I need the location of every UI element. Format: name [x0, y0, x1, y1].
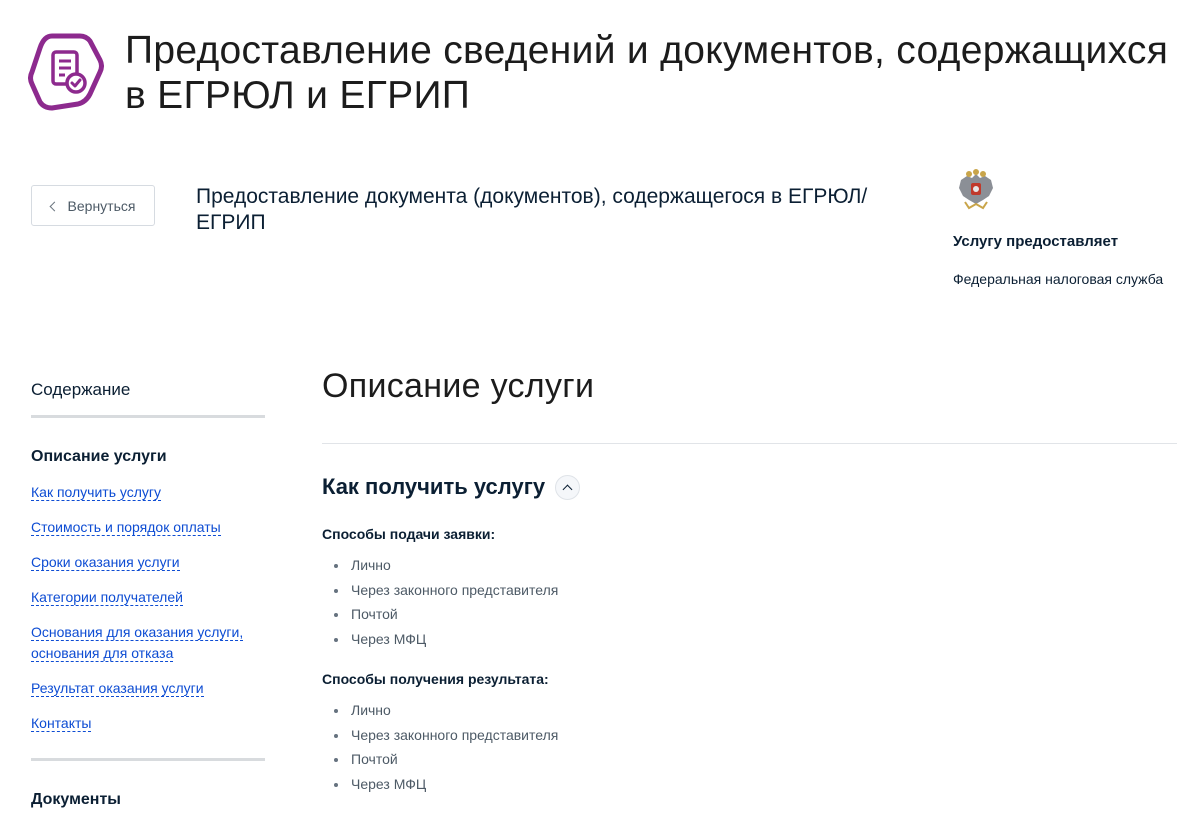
toc-title: Содержание: [31, 380, 265, 418]
toc-link-terms[interactable]: Сроки оказания услуги: [31, 554, 180, 571]
toc-item: Как получить услугу: [31, 482, 265, 503]
table-of-contents: Содержание Описание услуги Как получить …: [31, 380, 265, 809]
result-methods-heading: Способы получения результата:: [322, 671, 549, 687]
how-to-get-header: Как получить услугу: [322, 474, 1177, 500]
list-item: Лично: [322, 698, 1177, 723]
section-title: Описание услуги: [322, 367, 595, 405]
toc-link-cost[interactable]: Стоимость и порядок оплаты: [31, 519, 221, 536]
back-button[interactable]: Вернуться: [31, 185, 155, 226]
page-title: Предоставление сведений и документов, со…: [125, 29, 1169, 117]
toc-item: Стоимость и порядок оплаты: [31, 517, 265, 538]
toc-divider: [31, 758, 265, 761]
list-item: Через законного представителя: [322, 723, 1177, 748]
list-item: Через МФЦ: [322, 772, 1177, 797]
how-to-get-title: Как получить услугу: [322, 474, 546, 499]
toc-link-contacts[interactable]: Контакты: [31, 715, 92, 732]
toc-item: Основания для оказания услуги, основания…: [31, 622, 265, 664]
toc-link-grounds[interactable]: Основания для оказания услуги, основания…: [31, 624, 244, 662]
main-content: Описание услуги Как получить услугу Спос…: [322, 363, 1177, 796]
toc-link-recipients[interactable]: Категории получателей: [31, 589, 183, 606]
toc-section-description: Описание услуги: [31, 448, 167, 465]
toc-item: Сроки оказания услуги: [31, 552, 265, 573]
toc-item: Результат оказания услуги: [31, 678, 265, 699]
submit-methods-list: Лично Через законного представителя Почт…: [322, 553, 1177, 651]
chevron-left-icon: [49, 201, 59, 211]
service-title: Предоставление документа (документов), с…: [196, 185, 868, 234]
provider-name: Федеральная налоговая служба: [953, 271, 1164, 287]
list-item: Через законного представителя: [322, 578, 1177, 603]
collapse-button[interactable]: [555, 474, 581, 500]
provider-heading: Услугу предоставляет: [953, 233, 1119, 250]
document-check-icon: [28, 32, 104, 112]
toc-item: Категории получателей: [31, 587, 265, 608]
chevron-up-icon: [562, 484, 573, 494]
toc-section-documents[interactable]: Документы: [31, 791, 265, 809]
list-item: Лично: [322, 553, 1177, 578]
toc-link-how-to-get[interactable]: Как получить услугу: [31, 484, 162, 501]
toc-item: Контакты: [31, 713, 265, 734]
coat-of-arms-icon: [955, 168, 997, 210]
submit-methods-heading: Способы подачи заявки:: [322, 526, 496, 542]
toc-links: Как получить услугу Стоимость и порядок …: [31, 482, 265, 734]
result-methods-list: Лично Через законного представителя Почт…: [322, 698, 1177, 796]
section-divider: [322, 443, 1177, 444]
list-item: Через МФЦ: [322, 627, 1177, 652]
list-item: Почтой: [322, 747, 1177, 772]
toc-link-result[interactable]: Результат оказания услуги: [31, 680, 204, 697]
back-button-label: Вернуться: [67, 197, 136, 214]
list-item: Почтой: [322, 602, 1177, 627]
